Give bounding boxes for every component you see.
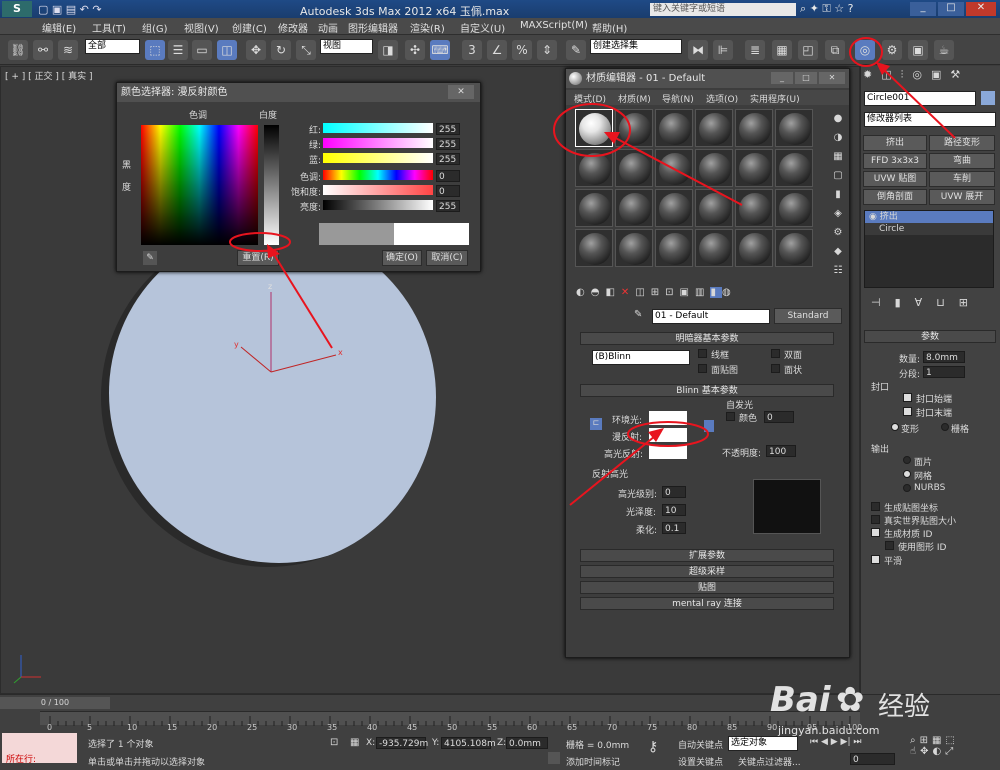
annotation-circle-sample-slot bbox=[553, 103, 631, 157]
annotation-circle-whiteness bbox=[229, 232, 291, 252]
tutorial-annotations bbox=[229, 37, 956, 506]
annotation-circle-diffuse bbox=[627, 421, 709, 447]
annotation-circle-material-editor bbox=[849, 37, 883, 67]
annotation-arrow-1 bbox=[879, 65, 956, 139]
annotation-arrow-2 bbox=[607, 133, 743, 206]
annotation-arrowhead-4 bbox=[267, 244, 280, 258]
annotation-arrow-4 bbox=[269, 247, 333, 349]
annotation-arrow-3 bbox=[569, 431, 661, 506]
